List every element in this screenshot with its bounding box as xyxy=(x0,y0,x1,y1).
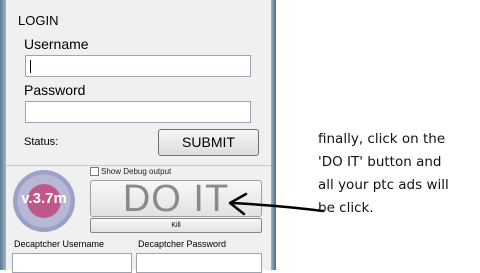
submit-button[interactable]: SUBMIT xyxy=(158,129,259,156)
decaptcher-password-label: Decaptcher Password xyxy=(138,239,227,249)
window-frame-right xyxy=(271,0,276,270)
annotation-line: all your ptc ads will xyxy=(318,177,449,193)
debug-checkbox[interactable] xyxy=(90,167,99,176)
version-logo-text: v.3.7m xyxy=(21,190,67,207)
annotation-line: finally, click on the xyxy=(318,131,446,147)
annotation-line: be click. xyxy=(318,200,374,216)
decaptcher-password-input[interactable] xyxy=(136,253,262,273)
annotation-text: finally, click on the 'DO IT' button and… xyxy=(318,128,478,220)
debug-checkbox-label: Show Debug output xyxy=(101,167,172,176)
username-input[interactable] xyxy=(25,55,251,77)
text-caret xyxy=(30,60,31,73)
status-label: Status: xyxy=(24,136,59,148)
decaptcher-username-input[interactable] xyxy=(12,253,132,273)
annotation-line: 'DO IT' button and xyxy=(318,154,442,170)
password-input[interactable] xyxy=(25,101,251,123)
decaptcher-username-label: Decaptcher Username xyxy=(14,239,105,249)
kill-button[interactable]: Kill xyxy=(90,218,262,233)
do-it-button[interactable]: DO IT xyxy=(90,180,262,218)
login-group-title: LOGIN xyxy=(18,13,59,28)
password-label: Password xyxy=(24,82,86,98)
version-logo-icon: v.3.7m xyxy=(13,170,75,232)
app-window: LOGIN Username Password Status: SUBMIT v… xyxy=(6,0,271,273)
username-label: Username xyxy=(24,36,89,52)
divider xyxy=(6,165,271,166)
